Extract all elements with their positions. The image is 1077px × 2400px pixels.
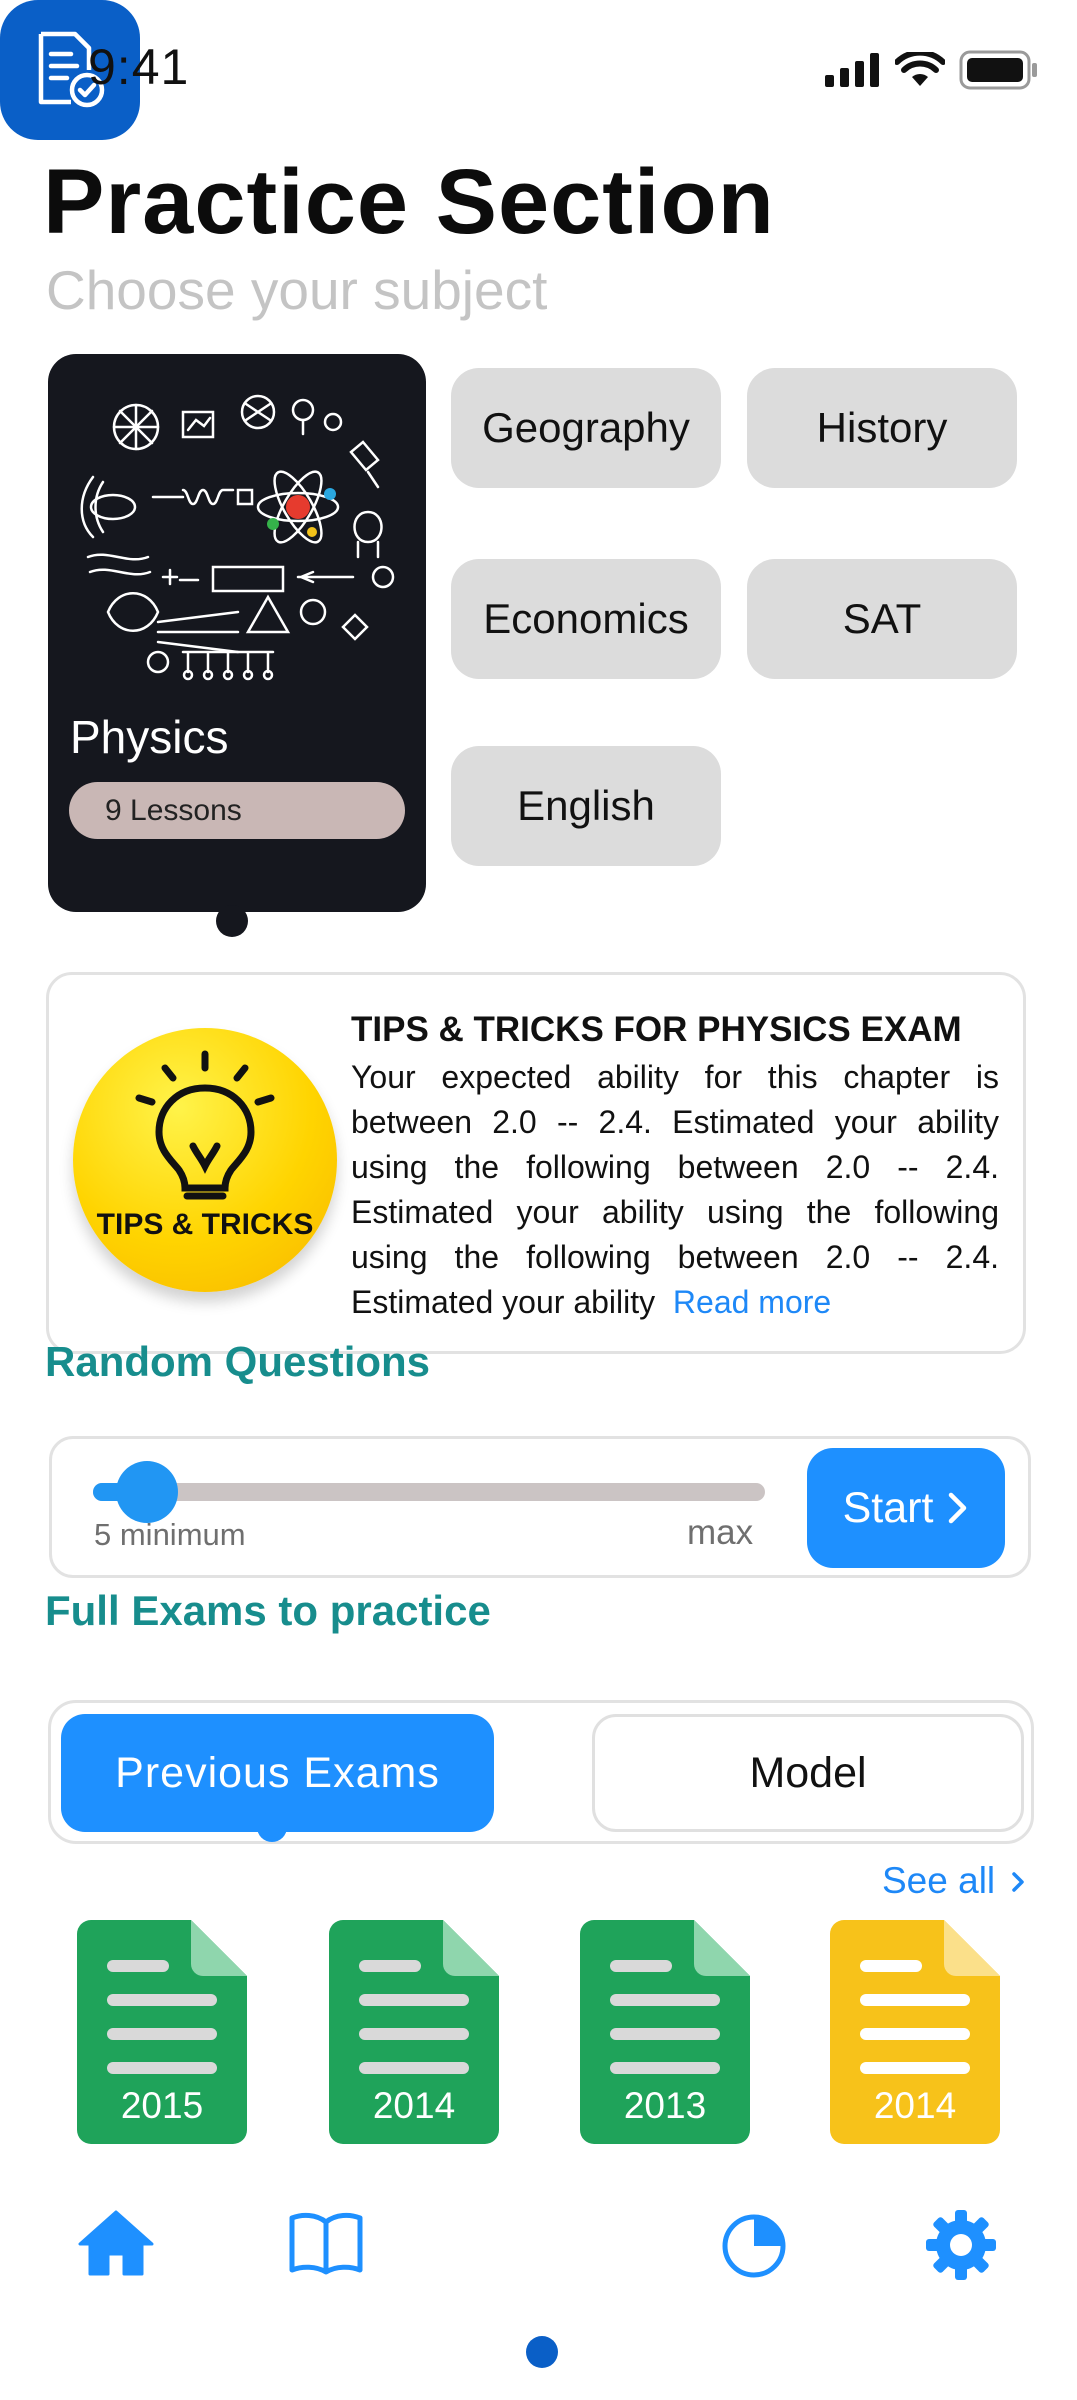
read-more-link[interactable]: Read more <box>673 1284 831 1320</box>
tab-indicator-dot <box>257 1812 287 1842</box>
slider-thumb[interactable] <box>115 1461 178 1523</box>
book-icon <box>289 2212 363 2275</box>
random-questions-heading: Random Questions <box>45 1338 431 1385</box>
subject-chip-english[interactable]: English <box>451 746 721 866</box>
slider-max-label: max <box>687 1513 754 1552</box>
exam-year: 2014 <box>372 2085 456 2126</box>
cellular-signal-icon <box>825 53 879 87</box>
pie-chart-icon <box>722 2214 786 2278</box>
lightbulb-icon <box>135 1050 275 1200</box>
exam-file-2014[interactable]: 2014 <box>329 1920 499 2144</box>
home-icon <box>78 2210 154 2276</box>
tips-badge-text: TIPS & TRICKS <box>96 1208 314 1241</box>
featured-subject-title: Physics <box>70 711 229 763</box>
exam-year: 2013 <box>623 2085 707 2126</box>
full-exams-heading: Full Exams to practice <box>45 1587 491 1634</box>
carousel-indicator-dot <box>216 905 248 937</box>
status-time: 9:41 <box>88 39 190 95</box>
see-all-link[interactable]: See all <box>882 1860 1025 1902</box>
nav-library[interactable] <box>288 2210 364 2281</box>
wifi-icon <box>895 52 945 86</box>
tab-model[interactable]: Model <box>592 1714 1024 1832</box>
page-subtitle: Choose your subject <box>46 259 548 321</box>
tips-badge: TIPS & TRICKS <box>73 1028 337 1292</box>
chevron-right-icon <box>949 1492 967 1524</box>
tips-title: TIPS & TRICKS FOR PHYSICS EXAM <box>351 1010 962 1049</box>
random-questions-card: 5 minimum max Start <box>49 1436 1031 1578</box>
subject-chip-economics[interactable]: Economics <box>451 559 721 679</box>
page-title: Practice Section <box>43 151 775 253</box>
nav-statistics[interactable] <box>721 2213 787 2284</box>
question-count-slider[interactable] <box>93 1461 765 1523</box>
exam-file-2015[interactable]: 2015 <box>77 1920 247 2144</box>
battery-icon <box>959 50 1037 90</box>
physics-doodle-illustration <box>80 394 395 681</box>
physics-subject-card[interactable]: Physics 9 Lessons <box>48 354 426 912</box>
nav-settings[interactable] <box>924 2208 998 2287</box>
chevron-right-icon <box>1012 1872 1025 1892</box>
subject-chip-history[interactable]: History <box>747 368 1017 488</box>
exam-type-tabs: Previous Exams Model <box>48 1700 1034 1844</box>
see-all-label: See all <box>882 1860 996 1901</box>
status-icons <box>825 50 1039 90</box>
start-button[interactable]: Start <box>807 1448 1005 1568</box>
lessons-count-badge: 9 Lessons <box>69 782 405 839</box>
tips-card: TIPS & TRICKS TIPS & TRICKS FOR PHYSICS … <box>46 972 1026 1354</box>
tips-body-text: Your expected ability for this chapter i… <box>351 1059 999 1320</box>
start-button-label: Start <box>842 1483 934 1532</box>
exam-file-2013[interactable]: 2013 <box>580 1920 750 2144</box>
exam-file-2014-model[interactable]: 2014 <box>830 1920 1000 2144</box>
nav-active-indicator-dot <box>526 2336 558 2368</box>
exam-year: 2015 <box>120 2085 204 2126</box>
subject-chip-geography[interactable]: Geography <box>451 368 721 488</box>
nav-home[interactable] <box>76 2208 156 2283</box>
subject-chip-sat[interactable]: SAT <box>747 559 1017 679</box>
settings-gear-icon <box>926 2210 996 2280</box>
slider-min-label: 5 minimum <box>94 1517 246 1552</box>
exam-year: 2014 <box>873 2085 957 2126</box>
tips-body: Your expected ability for this chapter i… <box>351 1055 999 1325</box>
